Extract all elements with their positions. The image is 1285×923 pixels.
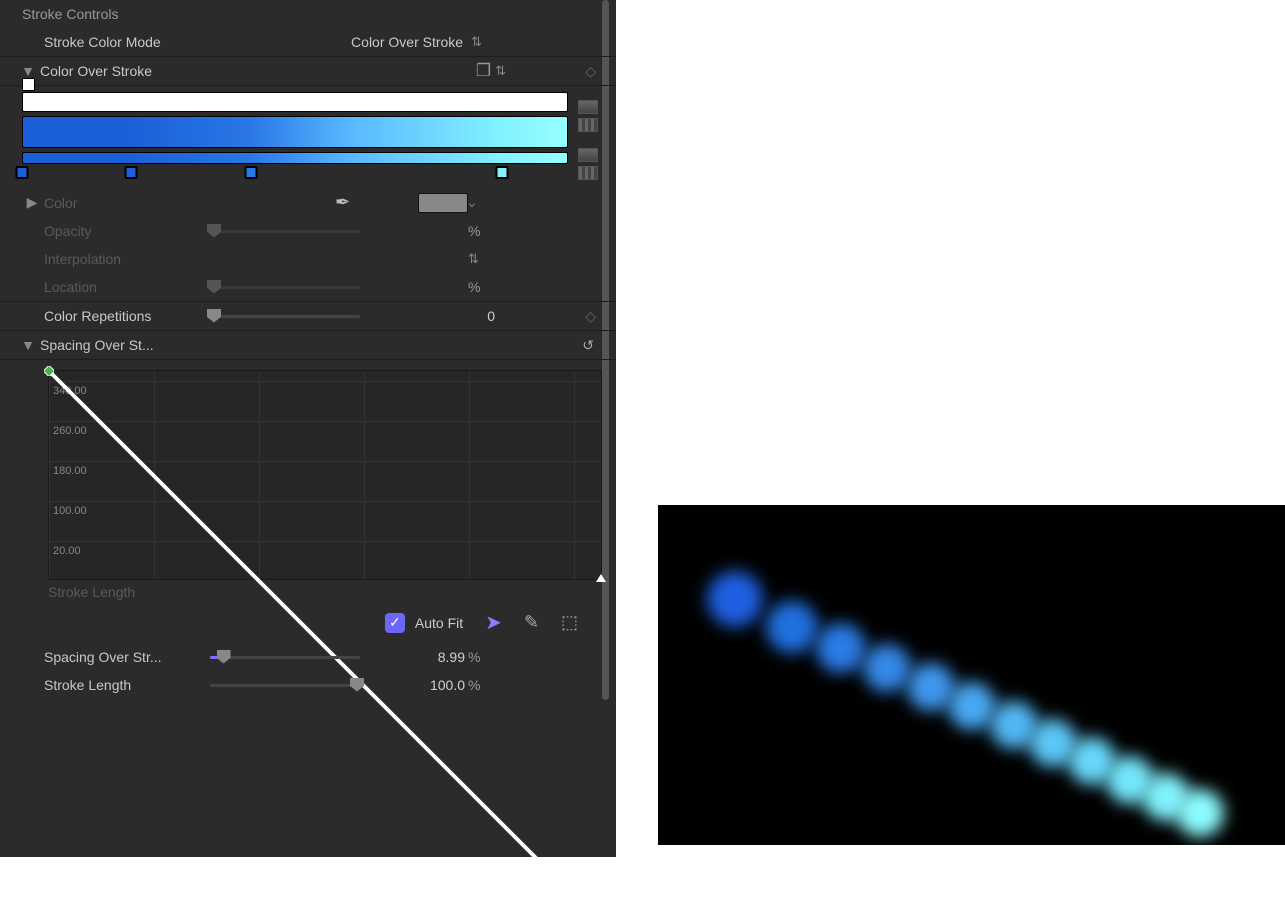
eyedropper-icon[interactable]: ✒ xyxy=(335,192,350,213)
label-interpolation: Interpolation xyxy=(22,251,217,267)
gradient-color-stop[interactable] xyxy=(125,166,138,179)
param-color-repetitions: Color Repetitions 0 ◇ xyxy=(0,302,616,331)
updown-icon: ⇅ xyxy=(471,34,482,50)
label-spacing-value: Spacing Over Str... xyxy=(22,649,217,665)
slider-location[interactable] xyxy=(210,286,360,289)
label-location: Location xyxy=(22,279,217,295)
gradient-color-stop[interactable] xyxy=(496,166,509,179)
color-tags-toggle-distribute[interactable] xyxy=(578,166,598,180)
stroke-dab xyxy=(863,644,911,692)
gradient-color-stop[interactable] xyxy=(245,166,258,179)
gradient-bar[interactable] xyxy=(22,116,568,148)
section-title: Stroke Controls xyxy=(22,6,118,22)
param-stroke-color-mode: Stroke Color Mode Color Over Stroke ⇅ xyxy=(0,28,616,57)
preview-canvas xyxy=(658,505,1285,845)
unit-location: % xyxy=(468,279,480,295)
keyframe-icon[interactable]: ◇ xyxy=(585,308,596,325)
updown-icon[interactable]: ⇅ xyxy=(495,63,506,79)
stroke-dab xyxy=(816,623,866,673)
disclosure-triangle-icon[interactable]: ▶ xyxy=(26,194,38,211)
gradient-color-stop[interactable] xyxy=(16,166,29,179)
slider-opacity[interactable] xyxy=(210,230,360,233)
gradient-preset-icon[interactable]: ❐ xyxy=(476,61,491,81)
curve-canvas[interactable]: 340.00260.00180.00100.0020.00 xyxy=(48,370,602,580)
disclosure-triangle-icon[interactable]: ▼ xyxy=(22,337,34,353)
opacity-bar[interactable] xyxy=(22,92,568,112)
inspector-panel: Stroke Controls Stroke Color Mode Color … xyxy=(0,0,616,857)
unit-opacity: % xyxy=(468,223,480,239)
unit-stroke-length: % xyxy=(468,677,480,693)
slider-stroke-length[interactable] xyxy=(210,684,360,687)
param-location: Location % xyxy=(0,273,616,302)
opacity-tags-toggle-distribute[interactable] xyxy=(578,118,598,132)
curve-keyframe-end[interactable] xyxy=(596,574,606,584)
value-color-repetitions[interactable]: 0 xyxy=(425,308,495,324)
stroke-dab xyxy=(707,571,763,627)
unit-spacing: % xyxy=(468,649,480,665)
disclosure-triangle-icon[interactable]: ▼ xyxy=(22,63,34,79)
gradient-editor xyxy=(0,86,616,188)
label-color-over-stroke: Color Over Stroke xyxy=(40,63,152,79)
param-spacing-over-stroke-value: Spacing Over Str... 8.99 % xyxy=(0,643,616,671)
keyframe-icon[interactable]: ◇ xyxy=(585,63,596,80)
slider-thumb[interactable] xyxy=(217,650,231,664)
label-color-repetitions: Color Repetitions xyxy=(22,308,217,324)
param-opacity: Opacity % xyxy=(0,217,616,245)
label-color: Color xyxy=(44,195,224,211)
stroke-dab xyxy=(766,601,818,653)
color-swatch[interactable] xyxy=(418,193,468,213)
value-stroke-length[interactable]: 100.0 xyxy=(395,677,465,693)
stroke-dab xyxy=(948,682,996,730)
label-stroke-length: Stroke Length xyxy=(22,677,217,693)
gradient-stops-track[interactable] xyxy=(22,164,568,182)
value-stroke-color-mode: Color Over Stroke xyxy=(351,34,463,50)
color-tags-toggle-solid[interactable] xyxy=(578,148,598,162)
opacity-tag[interactable] xyxy=(22,78,35,91)
curve-keyframe-start[interactable] xyxy=(44,366,54,376)
value-spacing[interactable]: 8.99 xyxy=(395,649,465,665)
param-interpolation: Interpolation ⇅ xyxy=(0,245,616,273)
curve-editor: Spacing Over Stroke 340.00260.00180.0010… xyxy=(0,360,616,643)
section-color-over-stroke: ▼ Color Over Stroke ❐ ⇅ ◇ xyxy=(0,57,616,86)
param-stroke-length: Stroke Length 100.0 % xyxy=(0,671,616,699)
param-color: ▶ Color ✒ ⌄ xyxy=(0,188,616,217)
slider-thumb[interactable] xyxy=(350,678,364,692)
section-stroke-controls: Stroke Controls xyxy=(0,0,616,28)
label-stroke-color-mode: Stroke Color Mode xyxy=(44,34,219,50)
label-spacing-over-stroke: Spacing Over St... xyxy=(40,337,154,353)
stroke-dab xyxy=(1176,789,1224,837)
slider-color-repetitions[interactable] xyxy=(210,315,360,318)
gradient-mix-bar[interactable] xyxy=(22,152,568,164)
reset-icon[interactable]: ↺ xyxy=(582,337,594,354)
updown-icon[interactable]: ⇅ xyxy=(468,251,479,267)
chevron-down-icon[interactable]: ⌄ xyxy=(466,194,478,211)
slider-spacing[interactable] xyxy=(210,656,360,659)
label-opacity: Opacity xyxy=(22,223,217,239)
section-spacing-over-stroke: ▼ Spacing Over St... ↺ xyxy=(0,331,616,360)
dropdown-stroke-color-mode[interactable]: Color Over Stroke ⇅ xyxy=(219,34,602,50)
opacity-tags-toggle-solid[interactable] xyxy=(578,100,598,114)
